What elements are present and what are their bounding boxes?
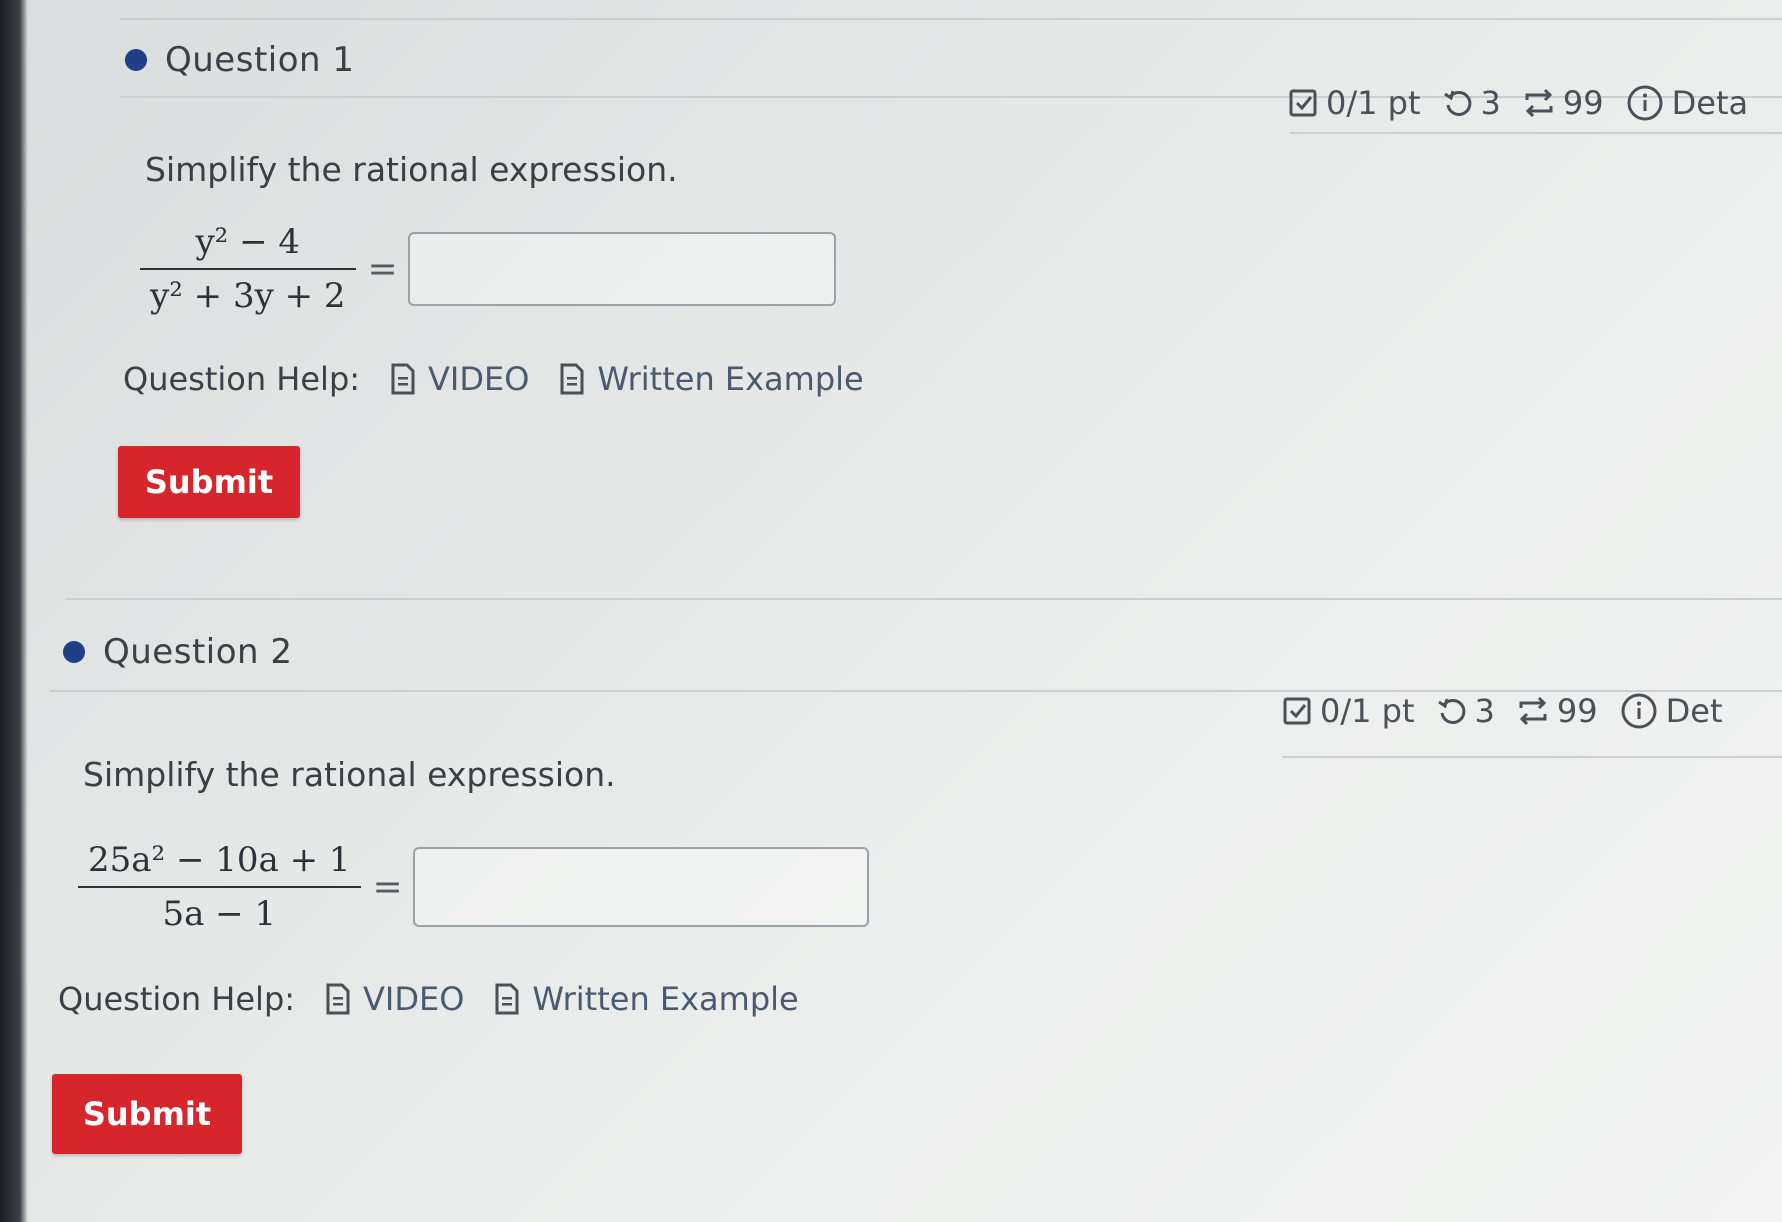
question-1-meta-divider (1290, 132, 1782, 134)
question-2-attempts: 99 (1517, 692, 1598, 730)
question-1-help: Question Help: VIDEO Written Example (123, 360, 894, 398)
checkbox-icon (1282, 696, 1312, 726)
document-icon (559, 363, 585, 395)
question-1-attempts: 99 (1523, 84, 1604, 122)
question-1-fraction: y² − 4 y² + 3y + 2 (140, 222, 356, 316)
question-1-help-label: Question Help: (123, 360, 361, 398)
question-2-fraction: 25a² − 10a + 1 5a − 1 (78, 840, 361, 934)
equals-sign: = (367, 248, 398, 290)
question-separator (65, 598, 1782, 600)
question-1-retries-text: 3 (1480, 84, 1501, 122)
repeat-icon (1517, 696, 1549, 726)
question-1-denominator: y² + 3y + 2 (150, 276, 346, 316)
question-1-answer-input[interactable] (407, 232, 836, 306)
question-2-retries-text: 3 (1474, 692, 1495, 730)
question-1-header: Question 1 (125, 40, 355, 80)
question-2-written-example-label: Written Example (532, 980, 799, 1018)
question-2-title: Question 2 (103, 632, 293, 672)
question-1-meta: 0/1 pt 3 99 Deta (1288, 84, 1770, 122)
question-2-answer-input[interactable] (412, 847, 869, 927)
question-1-points-text: 0/1 pt (1326, 84, 1421, 122)
question-2-details-label: Det (1665, 692, 1723, 730)
document-icon (390, 363, 416, 395)
question-2-video-link[interactable]: VIDEO (325, 980, 464, 1018)
question-2-submit-button[interactable]: Submit (52, 1074, 242, 1154)
question-1-video-label: VIDEO (428, 360, 530, 398)
question-1-title: Question 1 (165, 40, 355, 80)
question-2-denominator: 5a − 1 (162, 894, 277, 934)
question-2-points-text: 0/1 pt (1320, 692, 1415, 730)
question-2-video-label: VIDEO (363, 980, 465, 1018)
question-1-status-dot (125, 49, 147, 71)
info-icon (1620, 692, 1658, 730)
question-2-details[interactable]: Det (1620, 692, 1723, 730)
retry-icon (1443, 88, 1473, 118)
question-2-points: 0/1 pt (1282, 692, 1415, 730)
question-2-written-example-link[interactable]: Written Example (494, 980, 799, 1018)
question-2-attempts-text: 99 (1556, 692, 1598, 730)
repeat-icon (1523, 88, 1555, 118)
question-2-prompt: Simplify the rational expression. (83, 755, 616, 794)
retry-icon (1437, 696, 1467, 726)
question-1-written-example-label: Written Example (597, 360, 864, 398)
divider-top (120, 18, 1782, 20)
question-2-numerator: 25a² − 10a + 1 (88, 840, 351, 880)
question-1-video-link[interactable]: VIDEO (390, 360, 529, 398)
equals-sign: = (372, 866, 403, 908)
question-1-written-example-link[interactable]: Written Example (559, 360, 864, 398)
question-1-details-label: Deta (1671, 84, 1749, 122)
document-icon (325, 983, 351, 1015)
question-2-help-label: Question Help: (58, 980, 296, 1018)
question-1-attempts-text: 99 (1562, 84, 1604, 122)
question-2-meta: 0/1 pt 3 99 Det (1282, 692, 1744, 730)
document-icon (494, 983, 520, 1015)
question-1-details[interactable]: Deta (1626, 84, 1748, 122)
question-2-status-dot (63, 641, 85, 663)
question-1-retries: 3 (1443, 84, 1501, 122)
question-2-header: Question 2 (63, 632, 293, 672)
question-1-points: 0/1 pt (1288, 84, 1421, 122)
question-1-submit-button[interactable]: Submit (118, 446, 300, 518)
question-2-expression: 25a² − 10a + 1 5a − 1 = (78, 840, 869, 934)
info-icon (1626, 84, 1664, 122)
question-2-meta-divider (1282, 756, 1782, 758)
question-2-help: Question Help: VIDEO Written Example (58, 980, 829, 1018)
question-1-prompt: Simplify the rational expression. (145, 150, 678, 189)
checkbox-icon (1288, 88, 1318, 118)
screen-bezel (0, 0, 28, 1222)
question-1-numerator: y² − 4 (195, 222, 301, 262)
question-1-expression: y² − 4 y² + 3y + 2 = (140, 222, 836, 316)
question-2-retries: 3 (1437, 692, 1495, 730)
